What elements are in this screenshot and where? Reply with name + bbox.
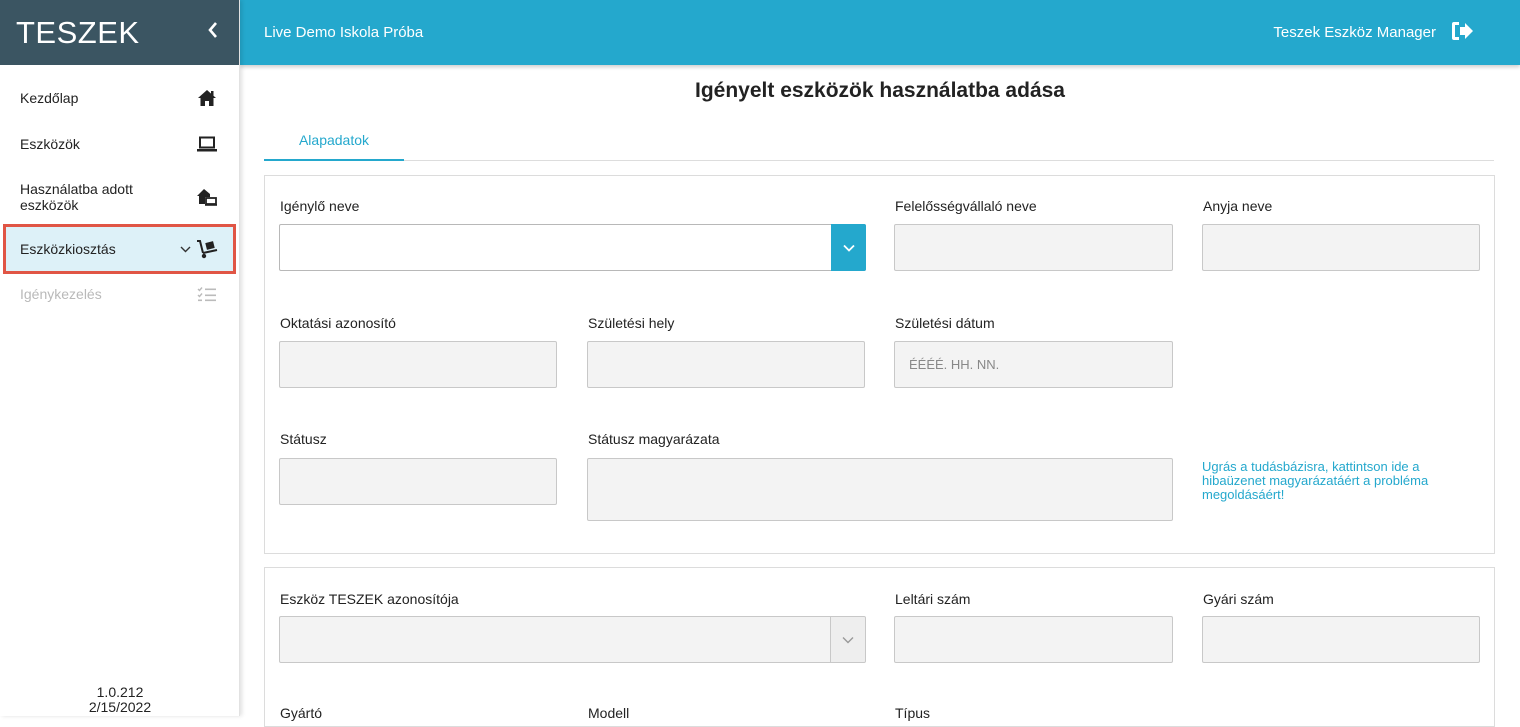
oktatasi-azonosito-label: Oktatási azonosító (280, 315, 396, 331)
chevron-left-icon[interactable] (207, 21, 219, 45)
sidebar-item-kezdolap[interactable]: Kezdőlap (0, 75, 239, 121)
oktatasi-azonosito-field[interactable] (279, 341, 557, 388)
tipus-label: Típus (895, 705, 931, 721)
home-icon (195, 86, 219, 110)
knowledge-base-link[interactable]: Ugrás a tudásbázisra, kattintson ide a h… (1202, 460, 1472, 502)
gyari-szam-label: Gyári szám (1203, 591, 1274, 607)
sidebar-item-label: Eszközök (20, 136, 80, 152)
felelossegvallalo-field[interactable] (894, 224, 1173, 271)
version-date: 2/15/2022 (88, 699, 152, 715)
tab-alapadatok[interactable]: Alapadatok (264, 127, 404, 161)
sidebar-item-icons (180, 237, 219, 261)
szuletesi-datum-label: Születési dátum (895, 315, 995, 331)
app-name-area: Teszek Eszköz Manager (1273, 21, 1474, 45)
statusz-label: Státusz (280, 431, 327, 447)
chevron-down-icon (842, 632, 854, 647)
date-placeholder: ÉÉÉÉ. HH. NN. (909, 357, 1000, 372)
top-bar: Live Demo Iskola Próba Teszek Eszköz Man… (240, 0, 1520, 65)
sidebar-nav: Kezdőlap Eszközök Használatba adott eszk… (0, 75, 239, 317)
dropdown-button[interactable] (831, 224, 866, 271)
anyja-neve-label: Anyja neve (1203, 198, 1273, 214)
house-device-icon (195, 185, 219, 209)
sign-out-icon[interactable] (1450, 21, 1474, 45)
dropdown-button[interactable] (830, 617, 865, 662)
igenylo-neve-label: Igénylő neve (280, 198, 360, 214)
szuletesi-datum-field[interactable]: ÉÉÉÉ. HH. NN. (894, 341, 1173, 388)
laptop-icon (195, 132, 219, 156)
modell-label: Modell (588, 705, 630, 721)
felelossegvallalo-label: Felelősségvállaló neve (895, 198, 1037, 214)
personal-data-card: Igénylő neve Felelősségvállaló neve Anyj… (264, 175, 1495, 554)
szuletesi-hely-field[interactable] (587, 341, 865, 388)
sidebar-item-label: Eszközkiosztás (20, 241, 116, 257)
szuletesi-hely-label: Születési hely (588, 315, 675, 331)
gyari-szam-field[interactable] (1202, 616, 1480, 663)
leltari-szam-label: Leltári szám (895, 591, 971, 607)
sidebar-item-hasznalatba-adott[interactable]: Használatba adott eszközök (0, 167, 239, 227)
main-content: Igényelt eszközök használatba adása Alap… (240, 65, 1520, 727)
tab-bar: Alapadatok (264, 127, 1494, 161)
sidebar-item-igenykezeles: Igénykezelés (0, 271, 239, 317)
app-name: Teszek Eszköz Manager (1273, 24, 1436, 41)
statusz-magyarazata-label: Státusz magyarázata (588, 431, 720, 447)
chevron-down-icon (180, 242, 191, 256)
sidebar-item-label: Kezdőlap (20, 90, 79, 106)
leltari-szam-field[interactable] (894, 616, 1173, 663)
version-info: 1.0.212 2/15/2022 (0, 685, 240, 716)
sidebar-item-eszkozkiosztas[interactable]: Eszközkiosztás (3, 224, 236, 274)
page-title: Igényelt eszközök használatba adása (695, 79, 1065, 102)
sidebar-item-label: Használatba adott eszközök (20, 181, 133, 213)
gyarto-label: Gyártó (280, 705, 323, 721)
sidebar-item-label: Igénykezelés (20, 286, 102, 302)
statusz-field[interactable] (279, 458, 557, 505)
chevron-down-icon (842, 240, 855, 255)
brand-bar: TESZEK (0, 0, 239, 65)
sidebar: TESZEK Kezdőlap Eszközök Használatba ado… (0, 0, 240, 716)
version-number: 1.0.212 (96, 684, 144, 700)
statusz-magyarazata-field[interactable] (587, 458, 1173, 521)
eszkoz-azonosito-select[interactable] (279, 616, 866, 663)
eszkoz-azonosito-label: Eszköz TESZEK azonosítója (280, 591, 459, 607)
sidebar-item-eszkozok[interactable]: Eszközök (0, 121, 239, 167)
checklist-icon (195, 282, 219, 306)
device-data-card: Eszköz TESZEK azonosítója Leltári szám G… (264, 567, 1495, 727)
igenylo-neve-select[interactable] (279, 224, 866, 271)
anyja-neve-field[interactable] (1202, 224, 1480, 271)
hand-truck-icon (195, 237, 219, 261)
brand-title: TESZEK (16, 14, 140, 50)
school-name: Live Demo Iskola Próba (264, 24, 424, 41)
